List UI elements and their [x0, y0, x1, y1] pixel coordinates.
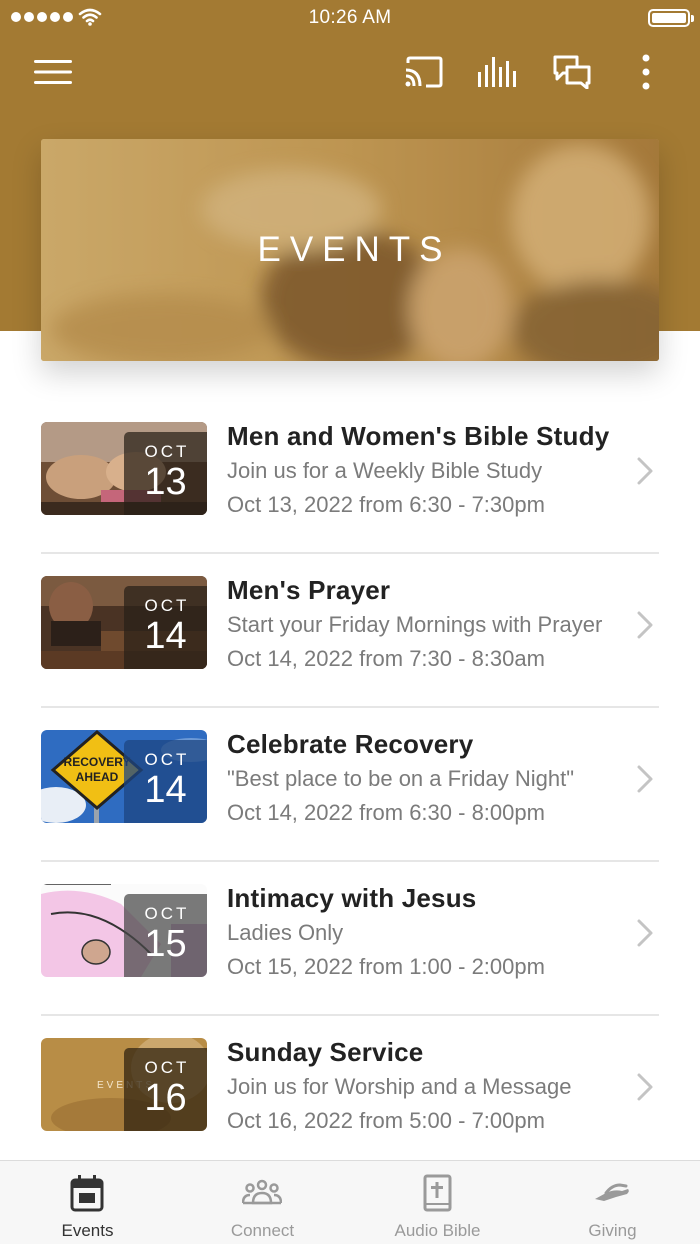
event-date-text: Oct 15, 2022 from 1:00 - 2:00pm — [227, 954, 545, 979]
cast-icon[interactable] — [401, 50, 445, 94]
event-row-mens-prayer[interactable]: OCT 14 Men's Prayer Start your Friday Mo… — [41, 554, 659, 708]
tab-label: Connect — [230, 1221, 295, 1240]
bible-icon — [423, 1174, 452, 1212]
event-thumbnail: OCT 13 — [41, 422, 207, 515]
event-title: Sunday Service — [227, 1037, 424, 1067]
chevron-right-icon — [637, 457, 653, 485]
event-row-intimacy-with-jesus[interactable]: OCT 15 Intimacy with Jesus Ladies Only O… — [41, 862, 659, 1016]
calendar-icon — [70, 1175, 104, 1212]
event-title: Men's Prayer — [227, 575, 391, 605]
people-icon — [242, 1179, 282, 1205]
menu-icon[interactable] — [31, 50, 75, 94]
chat-icon[interactable] — [550, 50, 594, 94]
event-thumbnail: EVENTS OCT 16 — [41, 1038, 207, 1131]
svg-text:AHEAD: AHEAD — [76, 770, 119, 784]
event-title: Intimacy with Jesus — [227, 883, 477, 913]
tab-label: Audio Bible — [394, 1221, 481, 1240]
event-date-badge: OCT 13 — [124, 432, 207, 515]
giving-hand-icon — [595, 1183, 629, 1201]
chevron-right-icon — [637, 765, 653, 793]
bottom-tab-bar: Events Connect Audio Bible Giving — [0, 1160, 700, 1244]
tab-label: Giving — [588, 1221, 637, 1240]
audio-bars-icon[interactable] — [475, 50, 519, 94]
event-description: Join us for Worship and a Message — [227, 1074, 572, 1099]
event-description: Ladies Only — [227, 920, 344, 945]
chevron-right-icon — [637, 919, 653, 947]
event-thumbnail: OCT 15 — [41, 884, 207, 977]
tab-connect[interactable]: Connect — [175, 1161, 350, 1244]
tab-giving[interactable]: Giving — [525, 1161, 700, 1244]
event-title: Men and Women's Bible Study — [227, 421, 610, 451]
more-vertical-icon[interactable] — [624, 50, 668, 94]
event-date-badge: OCT 14 — [124, 740, 207, 823]
tab-audio-bible[interactable]: Audio Bible — [350, 1161, 525, 1244]
status-time: 10:26 AM — [308, 7, 392, 28]
chevron-right-icon — [637, 611, 653, 639]
event-date-badge: OCT 16 — [124, 1048, 207, 1131]
event-date-text: Oct 16, 2022 from 5:00 - 7:00pm — [227, 1108, 545, 1133]
event-title: Celebrate Recovery — [227, 729, 474, 759]
event-thumbnail: RECOVERY AHEAD OCT 14 — [41, 730, 207, 823]
chevron-right-icon — [637, 1073, 653, 1101]
event-row-celebrate-recovery[interactable]: RECOVERY AHEAD OCT 14 Celebrate Recovery… — [41, 708, 659, 862]
event-thumbnail: OCT 14 — [41, 576, 207, 669]
event-description: Join us for a Weekly Bible Study — [227, 458, 543, 483]
event-description: "Best place to be on a Friday Night" — [227, 766, 575, 791]
event-list: OCT 13 Men and Women's Bible Study Join … — [41, 400, 659, 1170]
event-date-badge: OCT 14 — [124, 586, 207, 669]
events-screen: 10:26 AM EVENTS OCT 13 Men and Women's B… — [0, 0, 700, 1244]
event-date-badge: OCT 15 — [124, 894, 207, 977]
event-date-text: Oct 13, 2022 from 6:30 - 7:30pm — [227, 492, 545, 517]
event-date-text: Oct 14, 2022 from 7:30 - 8:30am — [227, 646, 545, 671]
event-row-sunday-service[interactable]: EVENTS OCT 16 Sunday Service Join us for… — [41, 1016, 659, 1170]
hero-title: EVENTS — [257, 230, 452, 269]
tab-events[interactable]: Events — [0, 1161, 175, 1244]
battery-icon — [648, 9, 694, 27]
event-date-text: Oct 14, 2022 from 6:30 - 8:00pm — [227, 800, 545, 825]
event-description: Start your Friday Mornings with Prayer — [227, 612, 603, 637]
svg-text:RECOVERY: RECOVERY — [64, 755, 131, 769]
events-hero-banner: EVENTS — [41, 139, 659, 361]
tab-label: Events — [61, 1221, 114, 1240]
event-row-bible-study[interactable]: OCT 13 Men and Women's Bible Study Join … — [41, 400, 659, 554]
status-bar: 10:26 AM — [0, 0, 700, 36]
